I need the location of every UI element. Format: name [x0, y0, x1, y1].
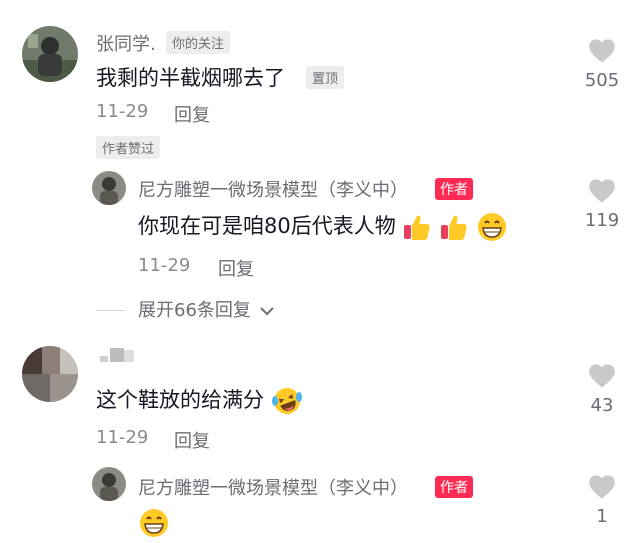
reply-button[interactable]: 回复: [174, 101, 210, 127]
avatar-image: [22, 26, 78, 82]
comment-text: 这个鞋放的给满分: [96, 384, 303, 417]
reply-date: 11-29: [138, 255, 191, 276]
like-count: 1: [596, 506, 608, 527]
avatar-image: [22, 346, 78, 402]
reply-button[interactable]: 回复: [218, 255, 254, 281]
reply-avatar[interactable]: [92, 467, 126, 501]
author-tag: 作者: [435, 476, 473, 498]
like-button[interactable]: 43: [572, 363, 632, 416]
reply-text: [138, 507, 170, 543]
reply-username[interactable]: 尼方雕塑一微场景模型（李义中）: [138, 176, 408, 202]
expand-divider: [96, 310, 126, 311]
grinning-emoji: [477, 213, 506, 241]
comment-date: 11-29: [96, 101, 149, 122]
author-tag: 作者: [435, 178, 473, 200]
heart-icon: [589, 364, 615, 388]
like-button[interactable]: 505: [572, 38, 632, 91]
like-count: 43: [590, 395, 614, 416]
username-blur: [100, 348, 134, 362]
reply-button[interactable]: 回复: [174, 427, 210, 453]
thumbs-up-emoji: [441, 215, 467, 240]
avatar[interactable]: [22, 346, 78, 402]
reply-text: 你现在可是咱80后代表人物: [138, 210, 508, 243]
chevron-down-icon: [259, 307, 274, 316]
blurred-username[interactable]: [100, 346, 136, 364]
grinning-emoji: [140, 509, 168, 537]
avatar-image: [92, 171, 126, 205]
reply-username[interactable]: 尼方雕塑一微场景模型（李义中）: [138, 474, 408, 500]
comment-date: 11-29: [96, 427, 149, 448]
reply-text-content: 你现在可是咱80后代表人物: [138, 214, 396, 238]
comment-username[interactable]: 张同学.: [96, 30, 156, 56]
heart-icon: [589, 475, 615, 499]
like-count: 119: [584, 210, 620, 231]
like-button[interactable]: 1: [572, 474, 632, 527]
expand-replies-button[interactable]: 展开66条回复: [138, 296, 275, 322]
avatar-image: [92, 467, 126, 501]
like-button[interactable]: 119: [572, 178, 632, 231]
avatar[interactable]: [22, 26, 78, 82]
thumbs-up-emoji: [404, 215, 431, 240]
pin-tag: 置顶: [306, 66, 345, 89]
heart-icon: [589, 179, 615, 203]
laughing-tears-emoji: [271, 388, 302, 414]
like-count: 505: [584, 70, 620, 91]
expand-replies-label: 展开66条回复: [138, 300, 251, 321]
heart-icon: [589, 39, 615, 63]
comment-text-content: 这个鞋放的给满分: [96, 388, 264, 412]
follow-tag: 你的关注: [166, 31, 231, 54]
comment-text-content: 我剩的半截烟哪去了: [96, 66, 285, 90]
author-liked-tag: 作者赞过: [96, 136, 161, 159]
reply-avatar[interactable]: [92, 171, 126, 205]
comment-text: 我剩的半截烟哪去了: [96, 62, 285, 92]
